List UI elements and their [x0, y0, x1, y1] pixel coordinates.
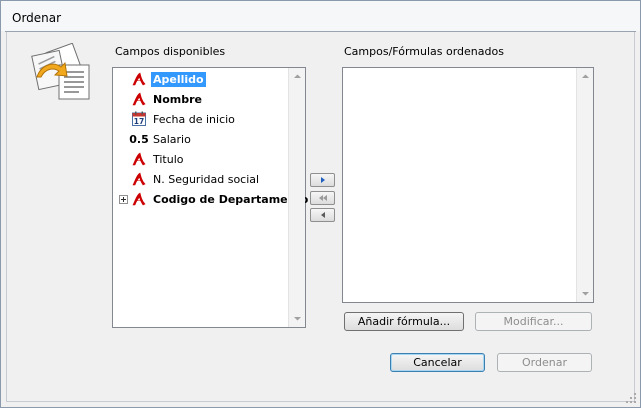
calendar-field-icon: 17: [131, 111, 147, 127]
cancel-button[interactable]: Cancelar: [390, 353, 485, 372]
text-field-icon: [131, 171, 147, 187]
scroll-down-arrow-icon[interactable]: [577, 285, 594, 302]
expand-icon[interactable]: [119, 195, 128, 204]
remove-field-button[interactable]: [310, 208, 335, 222]
list-item[interactable]: Nombre: [115, 89, 293, 109]
sort-dialog: Ordenar Campos disponibles Apellido Nombr…: [0, 0, 641, 408]
scroll-up-arrow-icon[interactable]: [289, 68, 306, 85]
list-item[interactable]: Codigo de Departamento: [115, 189, 308, 209]
list-item-label: Apellido: [151, 71, 206, 87]
text-field-icon: [131, 191, 147, 207]
number-field-icon-text: 0.5: [129, 132, 149, 146]
resize-grip-icon[interactable]: [625, 392, 637, 404]
sorted-list-scrollbar[interactable]: [576, 68, 593, 302]
sorted-fields-list[interactable]: [342, 67, 594, 303]
list-item[interactable]: 0.5 Salario: [115, 129, 293, 149]
scroll-down-arrow-icon[interactable]: [289, 310, 306, 327]
arrow-left-icon: [320, 212, 325, 218]
add-formula-button[interactable]: Añadir fórmula...: [344, 312, 464, 331]
window-title: Ordenar: [12, 11, 62, 25]
list-item-label: N. Seguridad social: [153, 172, 260, 186]
sorted-fields-label: Campos/Fórmulas ordenados: [344, 45, 504, 58]
list-item-label: Nombre: [153, 92, 202, 106]
sort-button[interactable]: Ordenar: [497, 353, 592, 372]
scroll-up-arrow-icon[interactable]: [577, 68, 594, 85]
available-list-scrollbar[interactable]: [288, 68, 305, 327]
text-field-icon: [131, 91, 147, 107]
number-field-icon: 0.5: [129, 131, 149, 147]
list-item-label: Codigo de Departamento: [153, 192, 309, 206]
svg-text:17: 17: [134, 117, 144, 126]
list-item-label: Salario: [153, 132, 191, 146]
remove-all-button[interactable]: [310, 191, 335, 205]
modify-button[interactable]: Modificar...: [475, 312, 592, 331]
add-field-button[interactable]: [310, 173, 335, 187]
available-fields-list[interactable]: Apellido Nombre 17 Fecha de inicio 0.5 Salari…: [112, 67, 308, 328]
title-bar: Ordenar: [1, 1, 640, 32]
double-arrow-left-icon: [318, 195, 327, 201]
sort-documents-icon: [31, 43, 90, 100]
arrow-right-icon: [320, 177, 325, 183]
list-item[interactable]: N. Seguridad social: [115, 169, 293, 189]
list-item-label: Fecha de inicio: [153, 112, 235, 126]
text-field-icon: [131, 71, 147, 87]
list-item[interactable]: Titulo: [115, 149, 293, 169]
list-item-label: Titulo: [153, 152, 184, 166]
list-item[interactable]: 17 Fecha de inicio: [115, 109, 293, 129]
text-field-icon: [131, 151, 147, 167]
list-item[interactable]: Apellido: [115, 69, 293, 89]
available-fields-label: Campos disponibles: [115, 45, 226, 58]
